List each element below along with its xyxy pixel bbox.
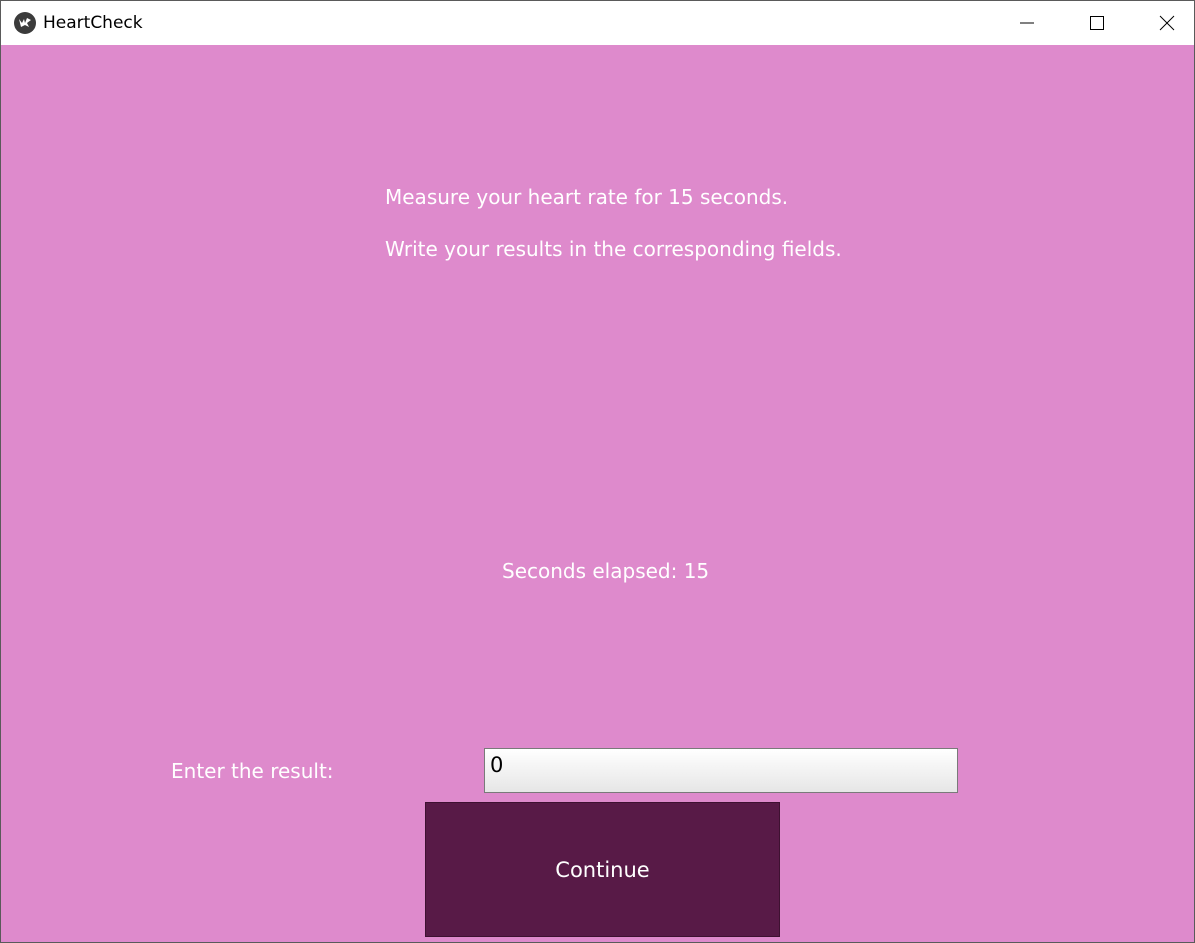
instruction-measure: Measure your heart rate for 15 seconds. [385, 185, 789, 209]
minimize-button[interactable] [997, 1, 1057, 45]
continue-button-label: Continue [555, 857, 650, 882]
continue-button[interactable]: Continue [425, 802, 780, 937]
app-logo-icon [14, 12, 36, 34]
window-title: HeartCheck [43, 13, 143, 33]
seconds-elapsed-label: Seconds elapsed: 15 [502, 559, 710, 583]
result-label: Enter the result: [171, 759, 334, 783]
result-input[interactable] [484, 748, 958, 793]
title-bar[interactable]: HeartCheck [1, 1, 1194, 45]
instruction-write: Write your results in the corresponding … [385, 237, 842, 261]
close-button[interactable] [1137, 1, 1194, 45]
maximize-button[interactable] [1067, 1, 1127, 45]
app-window: HeartCheck Measure your heart rate for 1… [0, 0, 1195, 943]
main-content: Measure your heart rate for 15 seconds. … [1, 45, 1194, 942]
